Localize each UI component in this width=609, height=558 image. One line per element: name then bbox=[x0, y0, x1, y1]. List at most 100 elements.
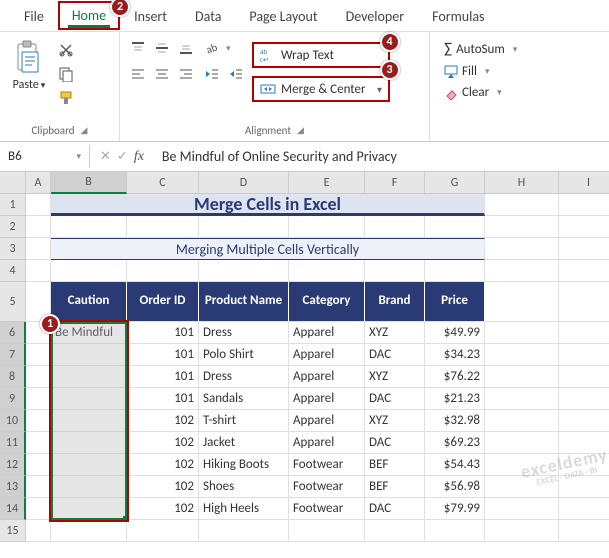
cell[interactable] bbox=[485, 498, 559, 520]
cell[interactable] bbox=[289, 260, 365, 282]
cell-product[interactable]: Hiking Boots bbox=[199, 454, 289, 476]
chevron-down-icon[interactable]: ▾ bbox=[226, 43, 231, 54]
cell[interactable] bbox=[127, 216, 199, 238]
clipboard-dialog-launcher[interactable]: ◢ bbox=[81, 125, 88, 136]
cell[interactable] bbox=[26, 498, 51, 520]
cell[interactable] bbox=[425, 216, 485, 238]
copy-button[interactable] bbox=[56, 64, 76, 84]
cell[interactable] bbox=[559, 498, 609, 520]
cell[interactable] bbox=[365, 260, 425, 282]
caution-cell[interactable] bbox=[51, 410, 127, 432]
tab-page-layout[interactable]: Page Layout bbox=[235, 2, 331, 31]
row-header[interactable]: 15 bbox=[0, 520, 26, 542]
cell[interactable] bbox=[559, 216, 609, 238]
cell[interactable] bbox=[26, 344, 51, 366]
cell[interactable] bbox=[559, 520, 609, 542]
cell[interactable] bbox=[26, 410, 51, 432]
cell-brand[interactable]: DAC bbox=[365, 344, 425, 366]
cell-brand[interactable]: BEF bbox=[365, 476, 425, 498]
align-left-button[interactable] bbox=[128, 64, 148, 84]
cell-product[interactable]: Sandals bbox=[199, 388, 289, 410]
select-all-corner[interactable] bbox=[0, 172, 26, 194]
col-header[interactable]: I bbox=[559, 172, 609, 194]
cell[interactable] bbox=[485, 520, 559, 542]
table-header[interactable]: Price bbox=[425, 282, 485, 322]
caution-cell[interactable] bbox=[51, 454, 127, 476]
caution-cell[interactable] bbox=[51, 366, 127, 388]
cell-price[interactable]: $34.23 bbox=[425, 344, 485, 366]
cell[interactable] bbox=[26, 260, 51, 282]
cell[interactable] bbox=[26, 432, 51, 454]
col-header[interactable]: G bbox=[425, 172, 485, 194]
cell-category[interactable]: Footwear bbox=[289, 498, 365, 520]
cell[interactable] bbox=[485, 194, 559, 216]
cell[interactable] bbox=[485, 282, 559, 322]
merge-center-dropdown[interactable]: ▾ bbox=[372, 80, 388, 99]
cell-category[interactable]: Footwear bbox=[289, 476, 365, 498]
increase-indent-button[interactable] bbox=[226, 64, 246, 84]
cell[interactable] bbox=[26, 216, 51, 238]
cell-category[interactable]: Apparel bbox=[289, 432, 365, 454]
tab-formulas[interactable]: Formulas bbox=[418, 2, 498, 31]
cell-price[interactable]: $32.98 bbox=[425, 410, 485, 432]
cell[interactable] bbox=[26, 388, 51, 410]
table-header[interactable]: Product Name bbox=[199, 282, 289, 322]
cell-product[interactable]: Jacket bbox=[199, 432, 289, 454]
align-middle-button[interactable] bbox=[152, 38, 172, 58]
cell[interactable] bbox=[485, 366, 559, 388]
cell-price[interactable]: $21.23 bbox=[425, 388, 485, 410]
cell[interactable] bbox=[485, 260, 559, 282]
col-header[interactable]: H bbox=[485, 172, 559, 194]
cell[interactable] bbox=[425, 520, 485, 542]
caution-cell[interactable] bbox=[51, 432, 127, 454]
table-header[interactable]: Order ID bbox=[127, 282, 199, 322]
row-header[interactable]: 2 bbox=[0, 216, 26, 238]
cell[interactable] bbox=[365, 216, 425, 238]
caution-cell[interactable]: Be Mindful bbox=[51, 322, 127, 344]
cell[interactable] bbox=[26, 366, 51, 388]
cell-brand[interactable]: DAC bbox=[365, 388, 425, 410]
cell[interactable] bbox=[289, 520, 365, 542]
row-header[interactable]: 12 bbox=[0, 454, 26, 476]
decrease-indent-button[interactable] bbox=[202, 64, 222, 84]
cell-order[interactable]: 101 bbox=[127, 366, 199, 388]
row-header[interactable]: 10 bbox=[0, 410, 26, 432]
cell[interactable] bbox=[26, 520, 51, 542]
cell[interactable] bbox=[127, 520, 199, 542]
cell[interactable] bbox=[559, 260, 609, 282]
fx-icon[interactable]: fx bbox=[134, 149, 144, 165]
cell[interactable] bbox=[425, 260, 485, 282]
tab-file[interactable]: File bbox=[10, 2, 58, 31]
cell[interactable] bbox=[51, 216, 127, 238]
formula-input[interactable]: Be Mindful of Online Security and Privac… bbox=[154, 144, 609, 169]
cell[interactable] bbox=[199, 216, 289, 238]
clear-button[interactable]: Clear ▾ bbox=[444, 85, 595, 100]
cell[interactable] bbox=[26, 454, 51, 476]
cell[interactable] bbox=[559, 366, 609, 388]
cell-category[interactable]: Apparel bbox=[289, 322, 365, 344]
cell-order[interactable]: 102 bbox=[127, 498, 199, 520]
row-header[interactable]: 9 bbox=[0, 388, 26, 410]
cell-brand[interactable]: DAC bbox=[365, 432, 425, 454]
cell-order[interactable]: 101 bbox=[127, 344, 199, 366]
cell[interactable] bbox=[127, 260, 199, 282]
caution-cell[interactable] bbox=[51, 498, 127, 520]
cell[interactable] bbox=[485, 388, 559, 410]
row-header[interactable]: 14 bbox=[0, 498, 26, 520]
cell-brand[interactable]: XYZ bbox=[365, 322, 425, 344]
cell[interactable] bbox=[26, 238, 51, 260]
cell-brand[interactable]: BEF bbox=[365, 454, 425, 476]
alignment-dialog-launcher[interactable]: ◢ bbox=[297, 125, 304, 136]
cell[interactable] bbox=[485, 216, 559, 238]
cell[interactable] bbox=[559, 388, 609, 410]
row-header[interactable]: 11 bbox=[0, 432, 26, 454]
fill-button[interactable]: Fill ▾ bbox=[444, 64, 595, 79]
col-header[interactable]: A bbox=[26, 172, 51, 194]
align-right-button[interactable] bbox=[176, 64, 196, 84]
row-header[interactable]: 13 bbox=[0, 476, 26, 498]
cell[interactable] bbox=[559, 238, 609, 260]
orientation-button[interactable]: ab bbox=[202, 38, 222, 58]
cell[interactable] bbox=[485, 454, 559, 476]
cell[interactable] bbox=[26, 194, 51, 216]
row-header[interactable]: 7 bbox=[0, 344, 26, 366]
